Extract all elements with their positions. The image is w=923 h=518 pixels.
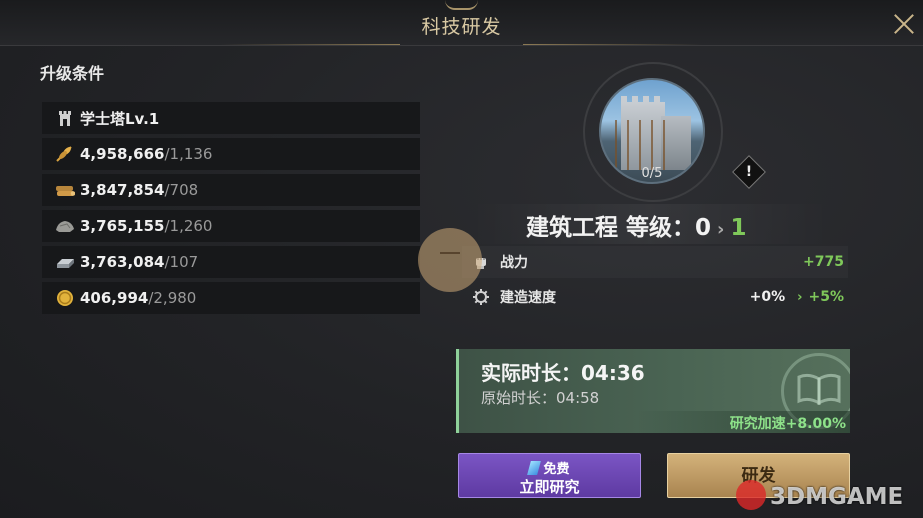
gear-icon xyxy=(468,287,494,307)
stone-icon xyxy=(54,216,76,236)
watermark-mascot xyxy=(418,228,482,292)
level-arrow-icon: › xyxy=(717,219,725,240)
stat-values-power: +775 xyxy=(803,254,844,270)
tech-progress: 0/5 xyxy=(641,166,663,181)
requirement-wood[interactable]: 3,847,854 /708 xyxy=(42,174,420,206)
stat-label-power: 战力 xyxy=(500,255,528,271)
window-title: 科技研发 xyxy=(421,16,502,38)
stat-current-build-speed: +0% xyxy=(749,289,786,305)
header-ornament xyxy=(445,0,478,10)
stat-row-power: 战力 +775 xyxy=(462,246,848,278)
tech-research-window: 科技研发 升级条件 学士塔Lv.1 4,958,666 /1,136 3,847… xyxy=(0,0,923,518)
info-symbol: ! xyxy=(745,164,753,180)
tower-icon xyxy=(54,108,76,128)
chevron-right-icon: › xyxy=(797,289,803,305)
research-time-panel: 实际时长：04:36 原始时长：04:58 研究加速+8.00% xyxy=(456,349,850,433)
free-label-row: 免费 xyxy=(459,458,640,477)
stat-bonus-build-speed: +5% xyxy=(808,289,845,305)
window-header: 科技研发 xyxy=(0,0,923,46)
iron-required: /107 xyxy=(164,253,199,271)
requirement-gold[interactable]: 406,994 /2,980 xyxy=(42,282,420,314)
book-icon xyxy=(795,373,843,406)
requirement-wheat[interactable]: 4,958,666 /1,136 xyxy=(42,138,420,170)
requirement-building-label: 学士塔Lv.1 xyxy=(80,109,160,128)
requirements-list: 学士塔Lv.1 4,958,666 /1,136 3,847,854 /708 … xyxy=(42,102,420,318)
requirement-iron[interactable]: 3,763,084 /107 xyxy=(42,246,420,278)
free-label: 免费 xyxy=(543,462,570,477)
free-instant-research-button[interactable]: 免费 立即研究 xyxy=(458,453,641,498)
stat-values-build-speed: +0% › +5% xyxy=(750,289,844,305)
stone-required: /1,260 xyxy=(164,217,213,235)
gold-required: /2,980 xyxy=(148,289,197,307)
research-speed-bonus: 研究加速+8.00% xyxy=(729,416,846,432)
iron-icon xyxy=(54,252,76,272)
stat-label-build-speed: 建造速度 xyxy=(500,290,556,306)
gold-amount: 406,994 xyxy=(80,289,149,307)
stat-bonus-power: +775 xyxy=(803,254,844,270)
gold-coin-icon xyxy=(54,288,76,308)
tech-next-level: 1 xyxy=(730,215,747,241)
requirements-title: 升级条件 xyxy=(40,64,105,83)
original-duration: 原始时长：04:58 xyxy=(481,389,600,407)
watermark-logo-mark xyxy=(736,480,766,510)
castle-crenellation xyxy=(621,96,665,102)
tech-name-level: 建筑工程 等级：0 › 1 xyxy=(526,208,746,242)
close-button[interactable] xyxy=(892,12,916,36)
instant-research-label: 立即研究 xyxy=(519,478,580,496)
scaffold-image xyxy=(615,120,675,170)
header-divider-left xyxy=(220,44,400,45)
requirement-building[interactable]: 学士塔Lv.1 xyxy=(42,102,420,134)
wood-icon xyxy=(54,180,76,200)
watermark-text: 3DMGAME xyxy=(770,484,904,510)
header-divider-right xyxy=(523,44,703,45)
stat-row-build-speed: 建造速度 +0% › +5% xyxy=(462,281,848,313)
wheat-icon xyxy=(54,144,76,164)
iron-amount: 3,763,084 xyxy=(80,253,165,271)
actual-duration: 实际时长：04:36 xyxy=(481,361,645,385)
crystal-icon xyxy=(527,461,542,475)
wheat-required: /1,136 xyxy=(164,145,213,163)
stone-amount: 3,765,155 xyxy=(80,217,165,235)
wood-required: /708 xyxy=(164,181,199,199)
wheat-amount: 4,958,666 xyxy=(80,145,165,163)
info-icon[interactable]: ! xyxy=(732,155,766,189)
requirement-stone[interactable]: 3,765,155 /1,260 xyxy=(42,210,420,242)
tech-name: 建筑工程 等级：0 xyxy=(526,215,712,241)
watermark-logo: 3DMGAME xyxy=(736,480,903,510)
wood-amount: 3,847,854 xyxy=(80,181,165,199)
